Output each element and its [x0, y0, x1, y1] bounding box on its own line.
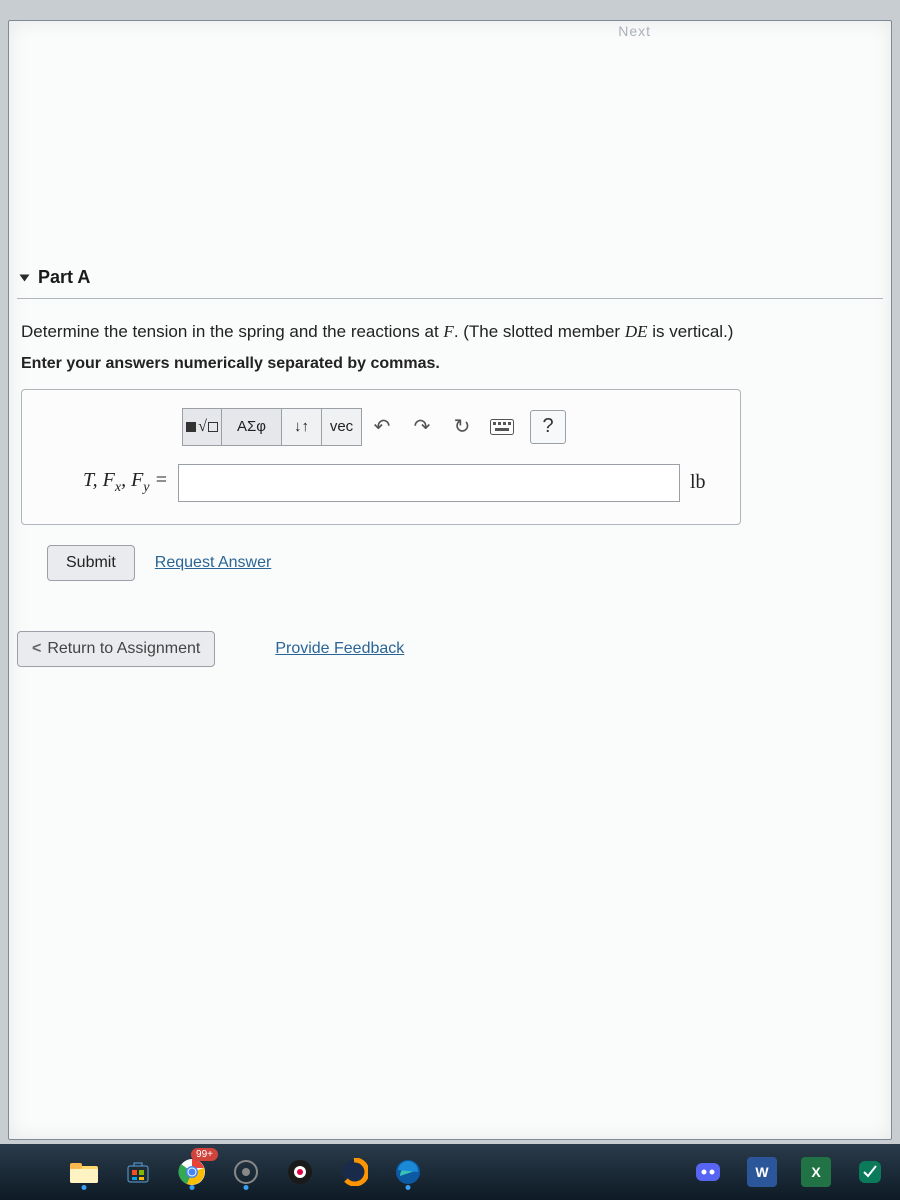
- help-button[interactable]: ?: [530, 410, 566, 444]
- part-header[interactable]: Part A: [17, 261, 883, 299]
- footer-link-row: Return to Assignment Provide Feedback: [17, 621, 883, 677]
- vec-button[interactable]: vec: [322, 408, 362, 446]
- prompt-text-b: . (The slotted member: [454, 322, 625, 341]
- chrome-badge: 99+: [191, 1148, 218, 1161]
- caret-down-icon: [20, 274, 30, 281]
- answer-input[interactable]: [178, 464, 680, 502]
- discord-icon[interactable]: [688, 1152, 728, 1192]
- equation-toolbar: √ ΑΣφ ↓↑ vec ↶ ↷ ↻ ?: [182, 408, 720, 446]
- submit-button[interactable]: Submit: [47, 545, 135, 581]
- square-icon: [186, 422, 196, 432]
- request-answer-link[interactable]: Request Answer: [155, 554, 272, 572]
- provide-feedback-link[interactable]: Provide Feedback: [275, 640, 404, 658]
- templates-button[interactable]: √: [182, 408, 222, 446]
- var-Fx: F: [103, 469, 115, 491]
- var-T: T: [83, 469, 93, 491]
- return-to-assignment-button[interactable]: Return to Assignment: [17, 631, 215, 667]
- excel-label: X: [801, 1157, 831, 1187]
- equals-sign: =: [150, 469, 169, 491]
- file-explorer-icon[interactable]: [64, 1152, 104, 1192]
- excel-icon[interactable]: X: [796, 1152, 836, 1192]
- settings-icon[interactable]: [226, 1152, 266, 1192]
- microsoft-store-icon[interactable]: [118, 1152, 158, 1192]
- page-surface: Next Part A Determine the tension in the…: [8, 20, 892, 1140]
- var-Fy: F: [131, 469, 143, 491]
- prompt-text-a: Determine the tension in the spring and …: [21, 322, 443, 341]
- chrome-icon[interactable]: 99+: [172, 1152, 212, 1192]
- reset-button[interactable]: ↻: [442, 408, 482, 446]
- content-area: Part A Determine the tension in the spri…: [9, 261, 891, 677]
- answer-instruction: Enter your answers numerically separated…: [17, 349, 883, 389]
- return-label: Return to Assignment: [47, 640, 200, 658]
- answer-box: √ ΑΣφ ↓↑ vec ↶ ↷ ↻ ? T, Fx, Fy = lb: [21, 389, 741, 525]
- windows-taskbar: 99+ W X: [0, 1144, 900, 1200]
- action-row: Submit Request Answer: [47, 545, 879, 581]
- prompt-var-DE: DE: [625, 322, 648, 341]
- app-icon-1[interactable]: [280, 1152, 320, 1192]
- nav-next-hint: Next: [618, 23, 651, 39]
- keyboard-button[interactable]: [482, 408, 522, 446]
- edge-icon[interactable]: [388, 1152, 428, 1192]
- prompt-var-F: F: [443, 322, 453, 341]
- app-icon-2[interactable]: [850, 1152, 890, 1192]
- greek-button[interactable]: ΑΣφ: [222, 408, 282, 446]
- answer-unit: lb: [690, 471, 720, 494]
- word-icon[interactable]: W: [742, 1152, 782, 1192]
- question-prompt: Determine the tension in the spring and …: [17, 319, 883, 349]
- redo-button[interactable]: ↷: [402, 408, 442, 446]
- part-title: Part A: [38, 267, 90, 288]
- word-label: W: [747, 1157, 777, 1187]
- answer-line: T, Fx, Fy = lb: [48, 464, 720, 502]
- var-Fx-sub: x: [115, 480, 121, 495]
- answer-lhs: T, Fx, Fy =: [48, 469, 168, 496]
- subsup-button[interactable]: ↓↑: [282, 408, 322, 446]
- undo-button[interactable]: ↶: [362, 408, 402, 446]
- prompt-text-c: is vertical.): [648, 322, 734, 341]
- firefox-icon[interactable]: [334, 1152, 374, 1192]
